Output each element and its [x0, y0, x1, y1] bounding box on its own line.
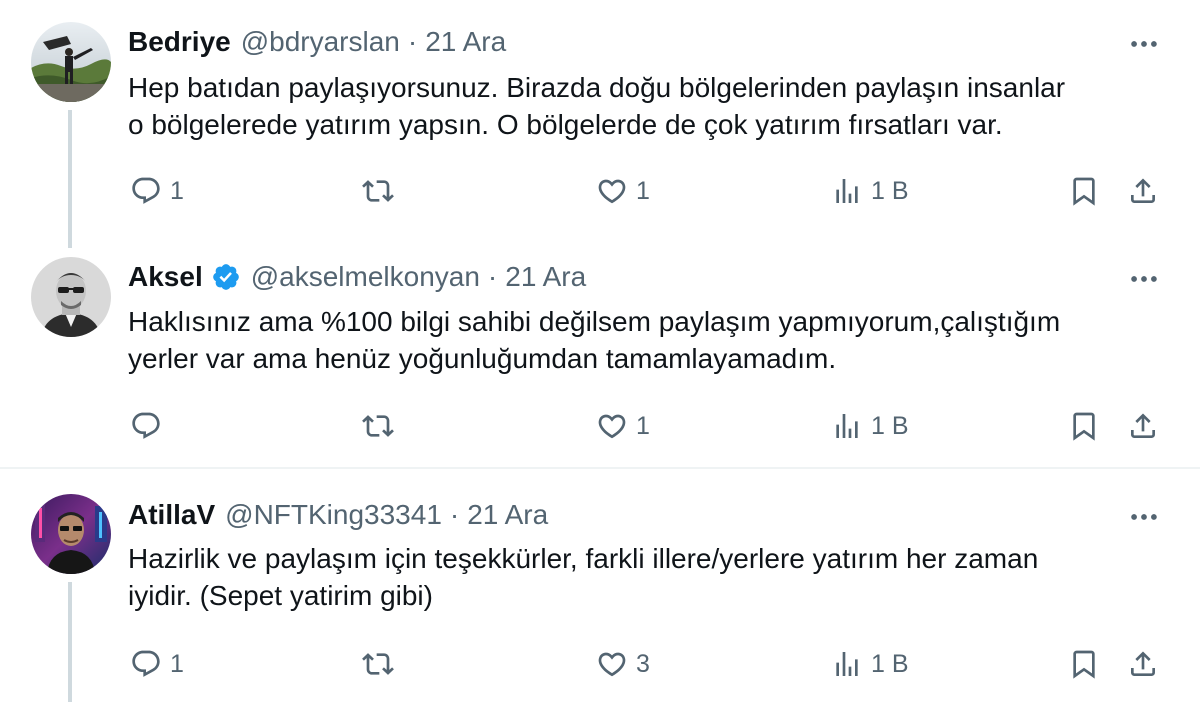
tweet-text: Haklısınız ama %100 bilgi sahibi değilse…	[128, 303, 1173, 377]
author-name[interactable]: AtillaV	[128, 499, 215, 531]
like-count: 1	[636, 176, 650, 205]
views-chart-icon	[831, 648, 863, 680]
bookmark-icon	[1068, 410, 1100, 442]
avatar[interactable]	[31, 494, 111, 574]
share-icon	[1127, 175, 1159, 207]
reply-count: 1	[170, 176, 184, 205]
bookmark-button[interactable]	[1068, 171, 1100, 211]
tweet-actions: 1 3 1 B	[0, 644, 1200, 684]
share-icon	[1127, 410, 1159, 442]
retweet-icon	[362, 648, 394, 680]
tweet-header: Bedriye @bdryarslan · 21 Ara	[128, 22, 506, 62]
tweet-text-line: Hep batıdan paylaşıyorsunuz. Birazda doğ…	[128, 72, 1066, 103]
tweet-date[interactable]: 21 Ara	[425, 26, 506, 58]
avatar[interactable]	[31, 257, 111, 337]
separator-dot: ·	[449, 499, 460, 530]
tweet-aksel[interactable]: Aksel @akselmelkonyan · 21 Ara Haklısını…	[0, 248, 1200, 468]
retweet-icon	[362, 410, 394, 442]
retweet-button[interactable]	[362, 171, 402, 211]
author-handle[interactable]: @NFTKing33341	[225, 499, 442, 531]
tweet-text-line: o bölgelerede yatırım yapsın. O bölgeler…	[128, 109, 1003, 140]
more-dots-icon	[1127, 500, 1161, 534]
views-button[interactable]: 1 B	[831, 406, 909, 446]
like-count: 1	[636, 411, 650, 440]
like-count: 3	[636, 649, 650, 678]
reply-button[interactable]	[130, 406, 170, 446]
tweet-text-line: Haklısınız ama %100 bilgi sahibi değilse…	[128, 306, 1061, 337]
tweet-date[interactable]: 21 Ara	[467, 499, 548, 531]
tweet-text-line: Hazirlik ve paylaşım için teşekkürler, f…	[128, 543, 1039, 574]
reply-icon	[130, 410, 162, 442]
separator-dot: ·	[487, 261, 498, 292]
share-button[interactable]	[1127, 644, 1159, 684]
tweet-text: Hazirlik ve paylaşım için teşekkürler, f…	[128, 540, 1173, 614]
avatar[interactable]	[31, 22, 111, 102]
reply-icon	[130, 648, 162, 680]
reply-icon	[130, 175, 162, 207]
thread-connector-line	[68, 582, 72, 702]
share-button[interactable]	[1127, 406, 1159, 446]
more-options-button[interactable]	[1124, 32, 1164, 56]
heart-icon	[596, 410, 628, 442]
retweet-button[interactable]	[362, 406, 402, 446]
bookmark-icon	[1068, 648, 1100, 680]
heart-icon	[596, 648, 628, 680]
author-name[interactable]: Bedriye	[128, 26, 231, 58]
bookmark-button[interactable]	[1068, 644, 1100, 684]
views-button[interactable]: 1 B	[831, 171, 909, 211]
tweet-date[interactable]: 21 Ara	[505, 261, 586, 293]
views-chart-icon	[831, 175, 863, 207]
more-options-button[interactable]	[1124, 267, 1164, 291]
share-button[interactable]	[1127, 171, 1159, 211]
reply-count: 1	[170, 649, 184, 678]
heart-icon	[596, 175, 628, 207]
views-button[interactable]: 1 B	[831, 644, 909, 684]
author-name[interactable]: Aksel	[128, 261, 203, 293]
bookmark-icon	[1068, 175, 1100, 207]
tweet-header: AtillaV @NFTKing33341 · 21 Ara	[128, 495, 548, 535]
verified-badge-icon	[211, 262, 241, 292]
tweet-atillav[interactable]: AtillaV @NFTKing33341 · 21 Ara Hazirlik …	[0, 469, 1200, 702]
bookmark-button[interactable]	[1068, 406, 1100, 446]
author-handle[interactable]: @akselmelkonyan	[251, 261, 480, 293]
like-button[interactable]: 1	[596, 171, 650, 211]
more-options-button[interactable]	[1124, 505, 1164, 529]
views-chart-icon	[831, 410, 863, 442]
tweet-actions: 1 1 B	[0, 406, 1200, 446]
tweet-text-line: iyidir. (Sepet yatirim gibi)	[128, 580, 433, 611]
views-count: 1 B	[871, 649, 909, 678]
more-dots-icon	[1127, 262, 1161, 296]
like-button[interactable]: 3	[596, 644, 650, 684]
views-count: 1 B	[871, 176, 909, 205]
retweet-button[interactable]	[362, 644, 402, 684]
reply-button[interactable]: 1	[130, 171, 184, 211]
tweet-actions: 1 1 1 B	[0, 171, 1200, 211]
tweet-header: Aksel @akselmelkonyan · 21 Ara	[128, 257, 586, 297]
views-count: 1 B	[871, 411, 909, 440]
reply-button[interactable]: 1	[130, 644, 184, 684]
tweet-bedriye[interactable]: Bedriye @bdryarslan · 21 Ara Hep batıdan…	[0, 0, 1200, 248]
like-button[interactable]: 1	[596, 406, 650, 446]
more-dots-icon	[1127, 27, 1161, 61]
retweet-icon	[362, 175, 394, 207]
tweet-text: Hep batıdan paylaşıyorsunuz. Birazda doğ…	[128, 69, 1173, 143]
author-handle[interactable]: @bdryarslan	[241, 26, 400, 58]
share-icon	[1127, 648, 1159, 680]
tweet-text-line: yerler var ama henüz yoğunluğumdan tamam…	[128, 343, 837, 374]
separator-dot: ·	[407, 26, 418, 57]
